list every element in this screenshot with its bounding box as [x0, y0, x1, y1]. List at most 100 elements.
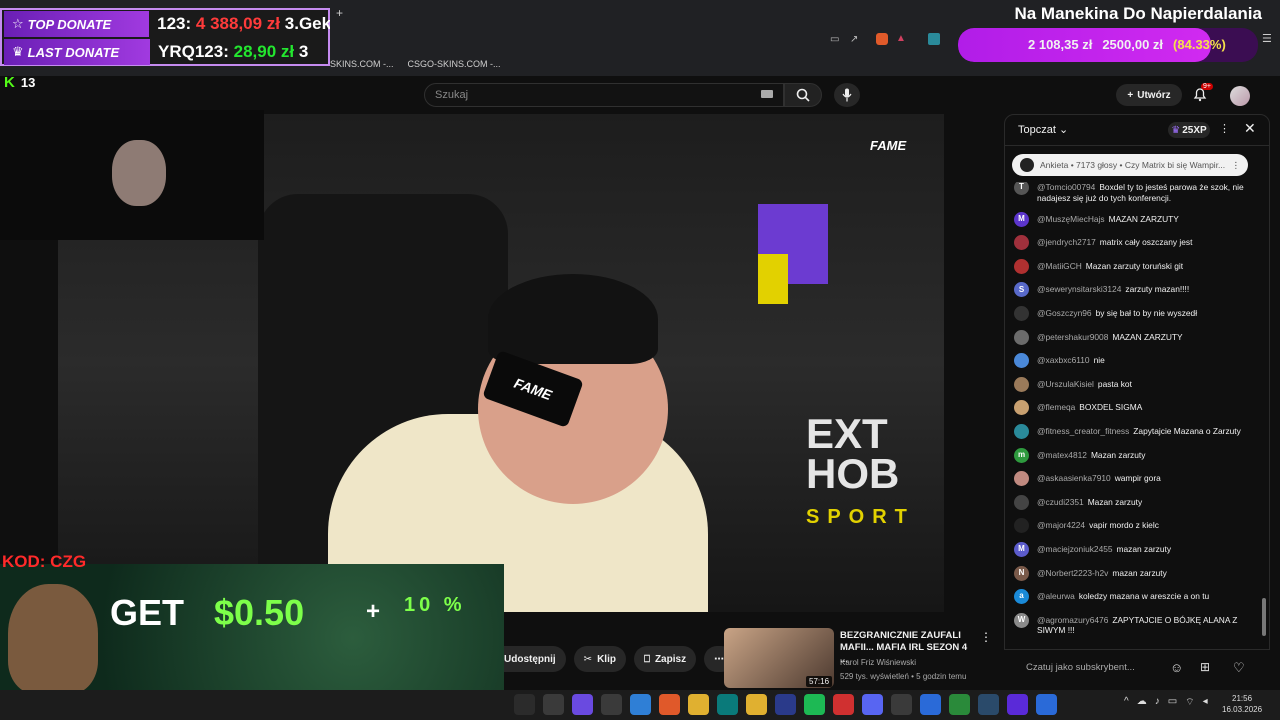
- xp-badge[interactable]: ♛ 25XP: [1168, 122, 1210, 138]
- chat-scrollbar-thumb[interactable]: [1262, 598, 1266, 636]
- chat-message[interactable]: @flemeqa BOXDEL SIGMA: [1014, 400, 1260, 416]
- chat-avatar[interactable]: [1014, 494, 1029, 510]
- chat-username[interactable]: @xaxbxc6110: [1037, 355, 1090, 365]
- taskbar-app-icon[interactable]: [978, 694, 999, 715]
- bookmark-item[interactable]: SKINS.COM -...: [330, 59, 394, 69]
- chat-scrollbar[interactable]: [1262, 150, 1266, 640]
- create-button[interactable]: + Utwórz: [1116, 84, 1182, 106]
- taskbar-app-icon[interactable]: [659, 694, 680, 715]
- chat-avatar[interactable]: a: [1014, 589, 1029, 605]
- menu-icon[interactable]: ☰: [1262, 32, 1272, 45]
- chat-poll-banner[interactable]: Ankieta • 7173 głosy • Czy Matrix bi się…: [1012, 154, 1248, 176]
- chat-message[interactable]: S @sewerynsitarski3124 zarzuty mazan!!!!: [1014, 282, 1260, 298]
- chat-username[interactable]: @fitness_creator_fitness: [1037, 426, 1129, 436]
- chat-message[interactable]: @jendrych2717 matrix cały oszczany jest: [1014, 235, 1260, 251]
- chat-message[interactable]: M @maciejzoniuk2455 mazan zarzuty: [1014, 541, 1260, 557]
- bookmark-item[interactable]: CSGO-SKINS.COM -...: [408, 59, 501, 69]
- chat-username[interactable]: @MatiiGCH: [1037, 261, 1082, 271]
- rewards-icon[interactable]: ▲: [896, 33, 906, 44]
- search-button[interactable]: [784, 83, 822, 107]
- chat-username[interactable]: @UrszulaKisiel: [1037, 379, 1094, 389]
- chat-message[interactable]: @major4224 vapir mordo z kielc: [1014, 518, 1260, 534]
- chat-avatar[interactable]: [1014, 329, 1029, 345]
- brave-shield-icon[interactable]: [876, 33, 888, 45]
- taskbar-app-icon[interactable]: [1036, 694, 1057, 715]
- chat-avatar[interactable]: [1014, 353, 1029, 369]
- system-clock[interactable]: 21:56 16.03.2026: [1222, 693, 1262, 715]
- share-button[interactable]: Udostępnij: [504, 646, 566, 672]
- taskbar-app-icon[interactable]: [920, 694, 941, 715]
- chat-message[interactable]: N @Norbert2223-h2v mazan zarzuty: [1014, 565, 1260, 581]
- taskbar-app-icon[interactable]: [630, 694, 651, 715]
- account-avatar[interactable]: [1230, 86, 1250, 106]
- chat-username[interactable]: @Norbert2223-h2v: [1037, 568, 1108, 578]
- taskbar-app-icon[interactable]: [833, 694, 854, 715]
- chat-message[interactable]: @fitness_creator_fitness Zapytajcie Mazan…: [1014, 423, 1260, 439]
- chat-avatar[interactable]: [1014, 258, 1029, 274]
- chat-username[interactable]: @askaasienka7910: [1037, 473, 1111, 483]
- chat-avatar[interactable]: [1014, 376, 1029, 392]
- chat-username[interactable]: @Goszczyn96: [1037, 308, 1092, 318]
- chat-avatar[interactable]: W: [1014, 612, 1029, 628]
- keyboard-icon[interactable]: [761, 90, 773, 98]
- chat-avatar[interactable]: [1014, 423, 1029, 439]
- chat-avatar[interactable]: S: [1014, 282, 1029, 298]
- taskbar-app-icon[interactable]: [572, 694, 593, 715]
- chat-avatar[interactable]: [1014, 471, 1029, 487]
- chat-message[interactable]: W @agromazury6476 ZAPYTAJCIE O BÓJKĘ ALANA…: [1014, 612, 1260, 636]
- chat-message[interactable]: T @Tomcio00794 Boxdel ty to jesteś parowa …: [1014, 182, 1260, 203]
- chat-message[interactable]: @czudi2351 Mazan zarzuty: [1014, 494, 1260, 510]
- chat-message[interactable]: @askaasienka7910 wampir gora: [1014, 471, 1260, 487]
- emoji-icon[interactable]: ☺: [1170, 660, 1183, 675]
- chat-avatar[interactable]: M: [1014, 211, 1029, 227]
- taskbar-app-icon[interactable]: [717, 694, 738, 715]
- taskbar-app-icon[interactable]: [862, 694, 883, 715]
- chat-message[interactable]: m @matex4812 Mazan zarzuty: [1014, 447, 1260, 463]
- taskbar-app-icon[interactable]: [746, 694, 767, 715]
- chat-message[interactable]: @xaxbxc6110 nie: [1014, 353, 1260, 369]
- taskbar-app-icon[interactable]: [514, 694, 535, 715]
- microphone-icon[interactable]: ♪: [1155, 696, 1160, 709]
- chat-message[interactable]: M @MuszęMiecHajs MAZAN ZARZUTY: [1014, 211, 1260, 227]
- chat-username[interactable]: @matex4812: [1037, 450, 1087, 460]
- chat-message[interactable]: a @aleurwa koledzy mazana w areszcie a on …: [1014, 589, 1260, 605]
- chat-message[interactable]: @MatiiGCH Mazan zarzuty toruński git: [1014, 258, 1260, 274]
- voice-search-button[interactable]: [834, 83, 860, 107]
- taskbar-app-icon[interactable]: [688, 694, 709, 715]
- cast-icon[interactable]: ▭: [830, 34, 839, 45]
- chat-avatar[interactable]: [1014, 400, 1029, 416]
- save-button[interactable]: ⎕ Zapisz: [633, 646, 697, 672]
- notifications-button[interactable]: 9+: [1192, 83, 1213, 106]
- chat-avatar[interactable]: [1014, 305, 1029, 321]
- chat-menu-icon[interactable]: ⋮: [1219, 122, 1230, 135]
- taskbar-app-icon[interactable]: [949, 694, 970, 715]
- new-tab-button[interactable]: +: [336, 6, 343, 20]
- chat-username[interactable]: @major4224: [1037, 520, 1085, 530]
- volume-icon[interactable]: ◂: [1203, 696, 1208, 709]
- chat-username[interactable]: @Tomcio00794: [1037, 182, 1095, 192]
- taskbar-app-icon[interactable]: [891, 694, 912, 715]
- clip-button[interactable]: ✂ Klip: [573, 646, 626, 672]
- taskbar-app-icon[interactable]: [775, 694, 796, 715]
- close-icon[interactable]: ✕: [1244, 120, 1256, 137]
- search-input[interactable]: Szukaj: [424, 83, 784, 107]
- chat-username[interactable]: @petershakur9008: [1037, 332, 1108, 342]
- chevron-up-icon[interactable]: ^: [1124, 696, 1129, 709]
- wifi-icon[interactable]: ⌔: [1185, 696, 1194, 709]
- chat-message[interactable]: @Goszczyn96 by się bał to by nie wyszedł: [1014, 305, 1260, 321]
- chat-username[interactable]: @agromazury6476: [1037, 615, 1108, 625]
- chat-avatar[interactable]: [1014, 235, 1029, 251]
- chat-username[interactable]: @flemeqa: [1037, 402, 1075, 412]
- chat-avatar[interactable]: m: [1014, 447, 1029, 463]
- taskbar-app-icon[interactable]: [543, 694, 564, 715]
- chat-username[interactable]: @MuszęMiecHajs: [1037, 214, 1105, 224]
- share-icon[interactable]: ↗: [850, 34, 858, 45]
- chat-avatar[interactable]: M: [1014, 541, 1029, 557]
- poll-menu-icon[interactable]: ⋮: [1232, 160, 1241, 171]
- recommendation-menu-icon[interactable]: ⋮: [980, 630, 992, 644]
- super-chat-icon[interactable]: ⊞: [1200, 660, 1210, 674]
- chat-username[interactable]: @aleurwa: [1037, 591, 1075, 601]
- taskbar-app-icon[interactable]: [1007, 694, 1028, 715]
- chat-message[interactable]: @UrszulaKisiel pasta kot: [1014, 376, 1260, 392]
- extension-icon[interactable]: [928, 33, 940, 45]
